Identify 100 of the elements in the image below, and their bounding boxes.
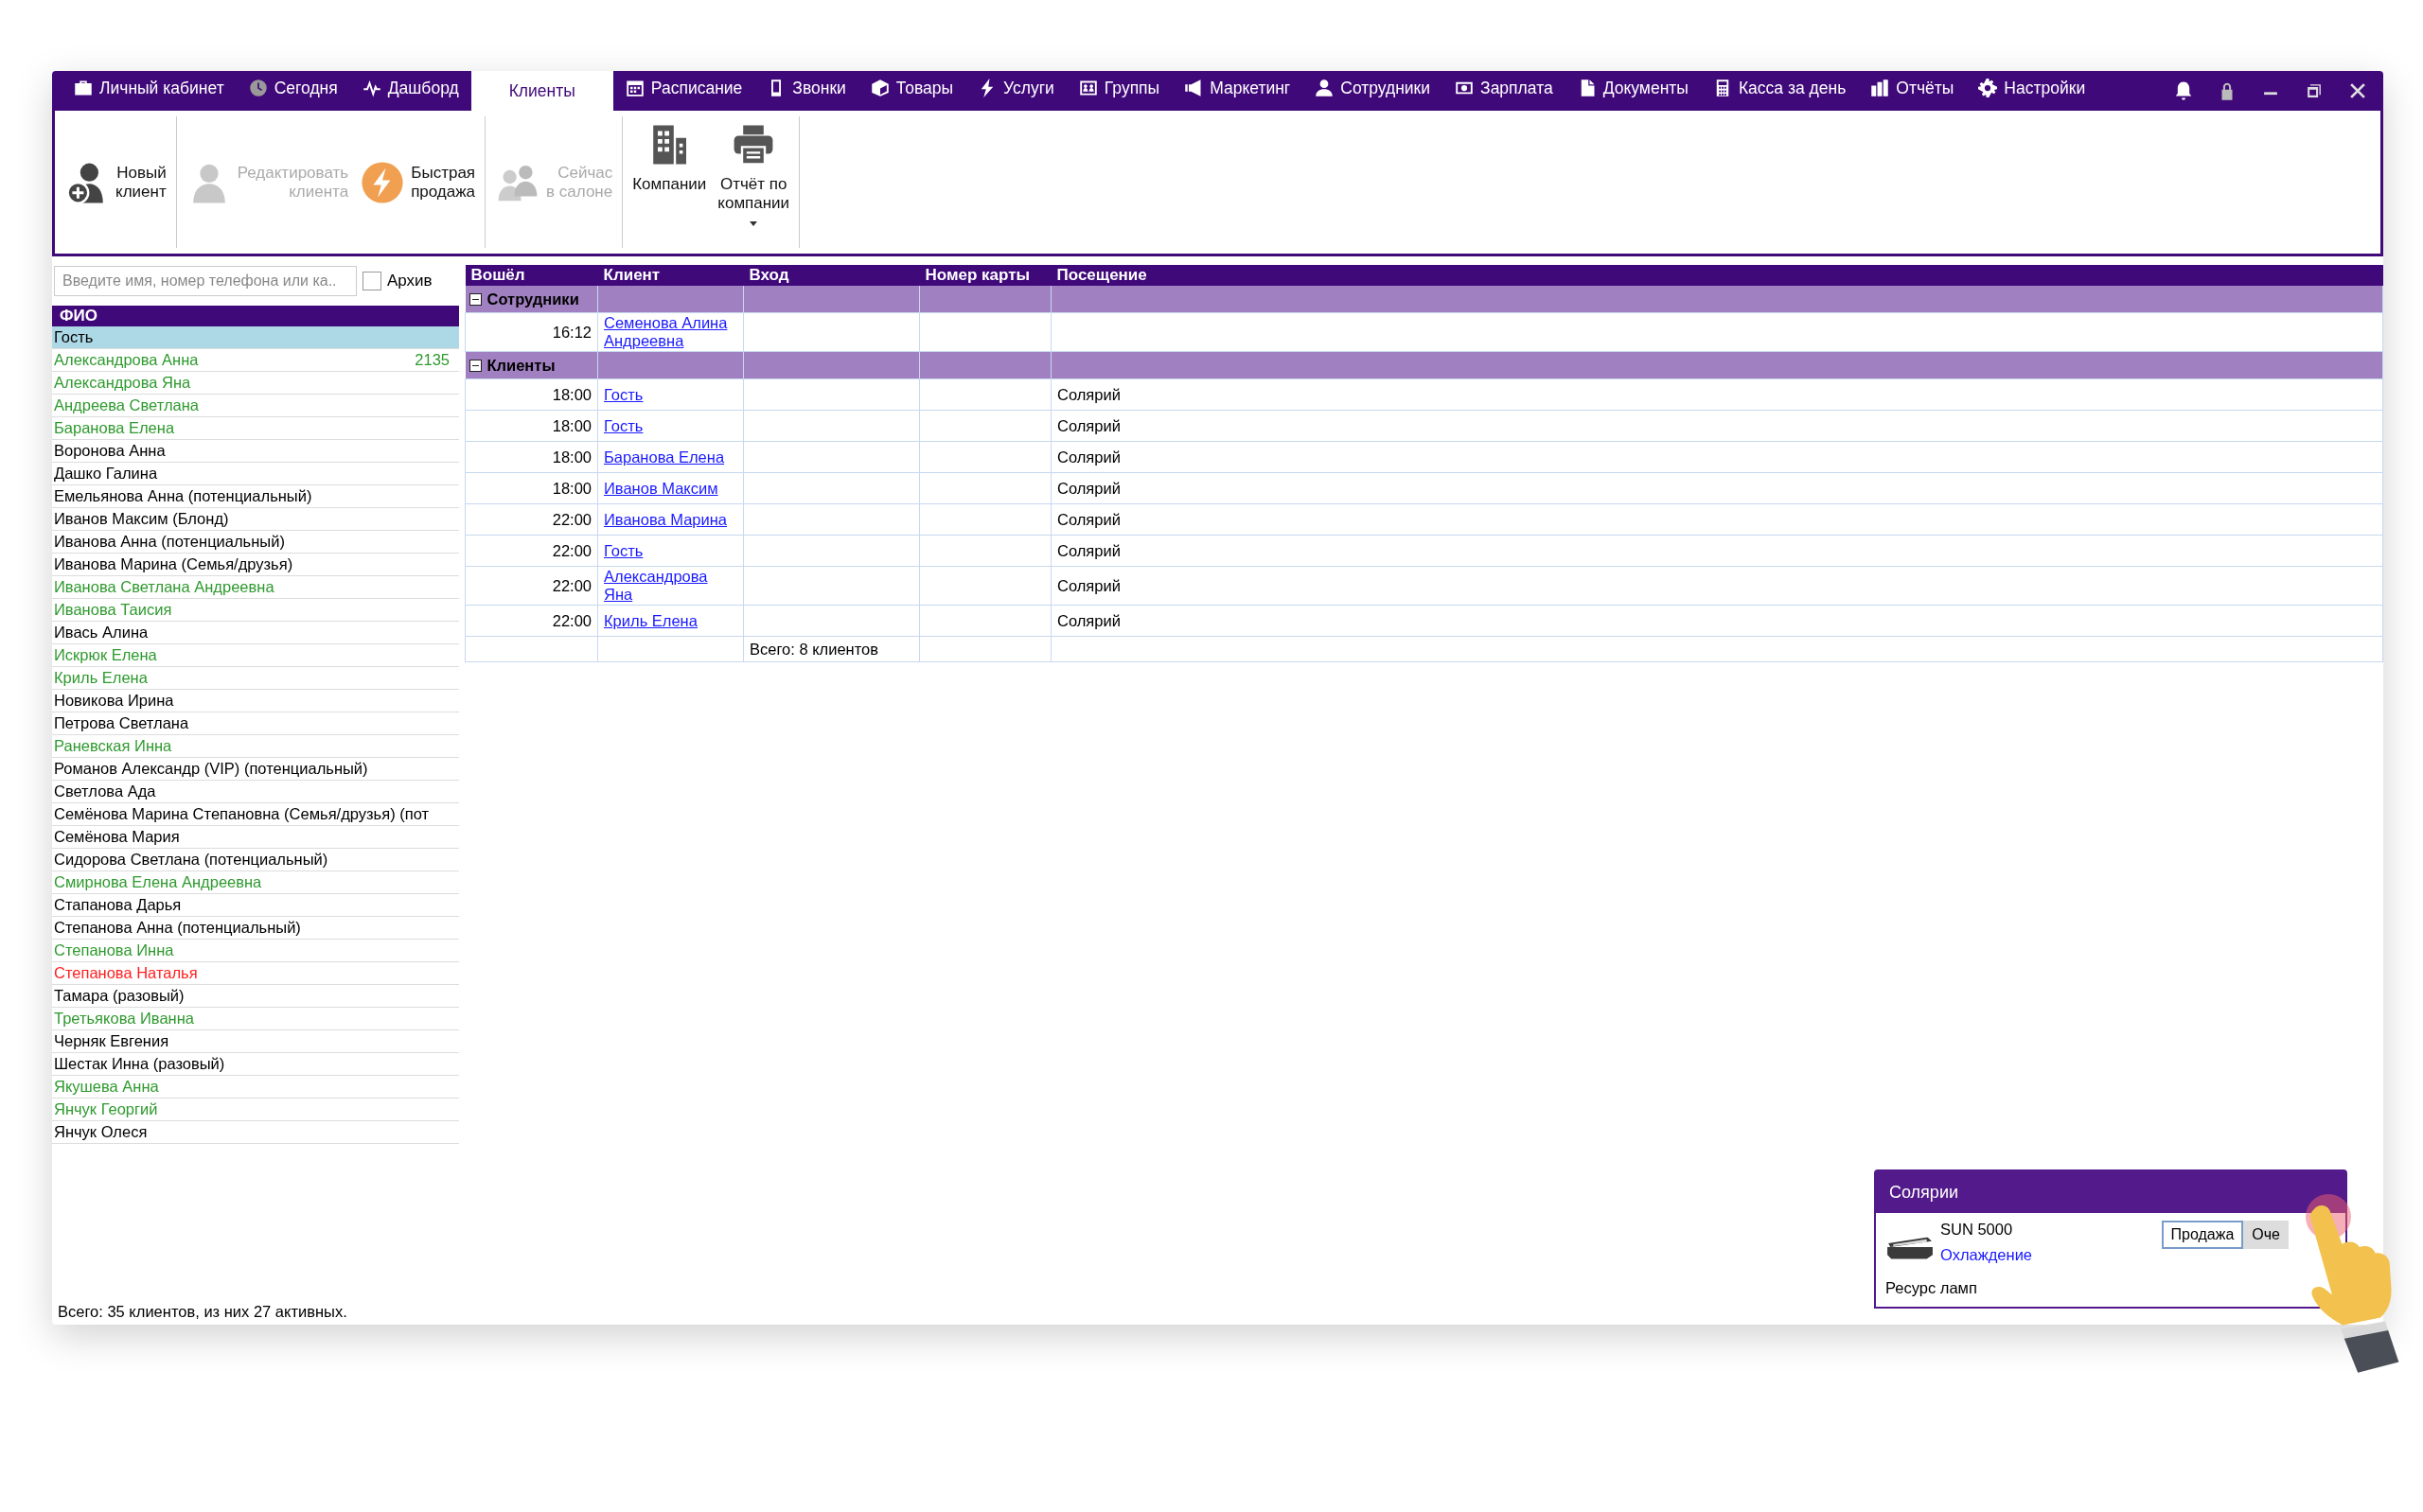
client-row[interactable]: Стапанова Дарья — [52, 894, 459, 917]
pulse-icon — [362, 79, 381, 97]
client-row[interactable]: Емельянова Анна (потенциальный) — [52, 485, 459, 508]
client-row[interactable]: Иванова Таисия — [52, 599, 459, 622]
client-row[interactable]: Дашко Галина — [52, 463, 459, 485]
collapse-toggle-icon[interactable] — [469, 292, 482, 306]
client-row[interactable]: Андреева Светлана — [52, 395, 459, 417]
client-name: Александрова Яна — [54, 373, 191, 393]
client-name: Баранова Елена — [54, 418, 175, 438]
client-name: Раневская Инна — [54, 736, 172, 756]
nav-tab[interactable]: Сегодня — [236, 71, 350, 111]
client-row[interactable]: Петрова Светлана — [52, 712, 459, 735]
person-icon — [1315, 79, 1335, 97]
time-cell: 16:12 — [465, 312, 598, 352]
time-cell: 22:00 — [465, 566, 598, 606]
ribbon-button[interactable]: Отчёт по компании — [712, 116, 796, 248]
client-row[interactable]: Новикова Ирина — [52, 690, 459, 712]
client-name: Новикова Ирина — [54, 691, 174, 711]
nav-tab[interactable]: Клиенты — [470, 71, 613, 111]
nav-tab[interactable]: Расписание — [612, 71, 755, 111]
client-link[interactable]: Гость — [604, 385, 644, 404]
nav-tab[interactable]: Дашборд — [349, 71, 471, 111]
notification-bell-icon[interactable] — [2173, 80, 2194, 101]
client-name: Янчук Олеся — [54, 1122, 148, 1142]
nav-tab[interactable]: Группы — [1066, 71, 1173, 111]
client-row[interactable]: Искрюк Елена — [52, 644, 459, 667]
nav-tab[interactable]: Услуги — [965, 71, 1067, 111]
client-row[interactable]: Иванова Марина (Семья/друзья) — [52, 554, 459, 576]
client-row[interactable]: Степанова Анна (потенциальный) — [52, 917, 459, 940]
client-link[interactable]: Гость — [604, 416, 644, 435]
client-row[interactable]: Иванова Светлана Андреевна — [52, 576, 459, 599]
client-name: Искрюк Елена — [54, 645, 157, 665]
ribbon-button[interactable]: Быстрая продажа — [354, 116, 482, 248]
client-row[interactable]: Янчук Олеся — [52, 1121, 459, 1144]
nav-tab[interactable]: Сотрудники — [1302, 71, 1443, 111]
search-field[interactable]: Введите имя, номер телефона или ка.. — [54, 266, 357, 296]
client-row[interactable]: Криль Елена — [52, 667, 459, 690]
client-row[interactable]: Шестак Инна (разовый) — [52, 1053, 459, 1076]
client-name: Стапанова Дарья — [54, 895, 182, 915]
client-row[interactable]: Степанова Наталья — [52, 962, 459, 985]
client-row[interactable]: Гость — [52, 326, 459, 349]
client-link[interactable]: Гость — [604, 541, 644, 560]
column-header: Посещение — [1051, 265, 2383, 286]
client-name: Степанова Наталья — [54, 963, 198, 983]
client-row[interactable]: Семёнова Марина Степановна (Семья/друзья) (пот — [52, 803, 459, 826]
client-row[interactable]: Смирнова Елена Андреевна — [52, 871, 459, 894]
time-cell: 18:00 — [465, 410, 598, 442]
nav-tab[interactable]: Касса за день — [1700, 71, 1859, 111]
client-row[interactable]: Ивась Алина — [52, 622, 459, 644]
client-row[interactable]: Якушева Анна — [52, 1076, 459, 1099]
client-name: Янчук Георгий — [54, 1099, 158, 1119]
client-name: Якушева Анна — [54, 1077, 159, 1097]
client-row[interactable]: Семёнова Мария — [52, 826, 459, 849]
column-header: ФИО — [52, 306, 459, 326]
nav-tab[interactable]: Документы — [1565, 71, 1701, 111]
nav-tab[interactable]: Личный кабинет — [62, 71, 237, 111]
clock-icon — [248, 79, 268, 97]
time-cell: 22:00 — [465, 605, 598, 637]
client-row[interactable]: Романов Александр (VIP) (потенциальный) — [52, 758, 459, 781]
client-row[interactable]: Раневская Инна — [52, 735, 459, 758]
client-row[interactable]: Янчук Георгий — [52, 1099, 459, 1121]
collapse-toggle-icon[interactable] — [469, 359, 482, 372]
client-row[interactable]: Баранова Елена — [52, 417, 459, 440]
briefcase-icon — [74, 79, 93, 97]
client-name: Шестак Инна (разовый) — [54, 1054, 225, 1074]
client-name: Третьякова Иванна — [54, 1009, 194, 1029]
client-name: Смирнова Елена Андреевна — [54, 872, 262, 892]
client-row[interactable]: Степанова Инна — [52, 940, 459, 962]
client-row[interactable]: Тамара (разовый) — [52, 985, 459, 1008]
nav-tab[interactable]: Отчёты — [1858, 71, 1967, 111]
nav-tab[interactable]: Настройки — [1966, 71, 2098, 111]
client-row[interactable]: Александрова Анна 2135 — [52, 349, 459, 372]
client-row[interactable]: Александрова Яна — [52, 372, 459, 395]
nav-tab[interactable]: Товары — [858, 71, 966, 111]
nav-tab[interactable]: Маркетинг — [1172, 71, 1303, 111]
time-cell: 22:00 — [465, 535, 598, 567]
panel-button[interactable]: Продажа — [2161, 1221, 2244, 1249]
client-name: Иванов Максим (Блонд) — [54, 509, 229, 529]
client-row[interactable]: Воронова Анна — [52, 440, 459, 463]
visit-cell: Солярий — [1057, 448, 1121, 466]
nav-tab[interactable]: Зарплата — [1442, 71, 1565, 111]
client-row[interactable]: Светлова Ада — [52, 781, 459, 803]
panel-button[interactable]: Оче — [2243, 1221, 2289, 1249]
client-row[interactable]: Третьякова Иванна — [52, 1008, 459, 1030]
client-name: Ивась Алина — [54, 623, 149, 642]
visit-cell: Солярий — [1057, 576, 1121, 594]
group-header[interactable]: Сотрудники — [465, 286, 598, 313]
client-name: Семёнова Марина Степановна (Семья/друзья) (пот — [54, 804, 429, 824]
ribbon-button[interactable]: Новый клиент — [59, 116, 172, 248]
client-row[interactable]: Черняк Евгения — [52, 1030, 459, 1053]
client-row[interactable]: Сидорова Светлана (потенциальный) — [52, 849, 459, 871]
archive-checkbox[interactable] — [363, 272, 381, 290]
client-row[interactable]: Иванов Максим (Блонд) — [52, 508, 459, 531]
client-count-text: Всего: 35 клиентов, из них 27 активных. — [57, 1303, 348, 1322]
lightning-icon — [360, 159, 406, 205]
ribbon-button[interactable]: Компании — [627, 116, 713, 248]
group-header[interactable]: Клиенты — [465, 351, 598, 379]
client-name: Светлова Ада — [54, 782, 156, 801]
client-row[interactable]: Иванова Анна (потенциальный) — [52, 531, 459, 554]
nav-tab[interactable]: Звонки — [754, 71, 858, 111]
